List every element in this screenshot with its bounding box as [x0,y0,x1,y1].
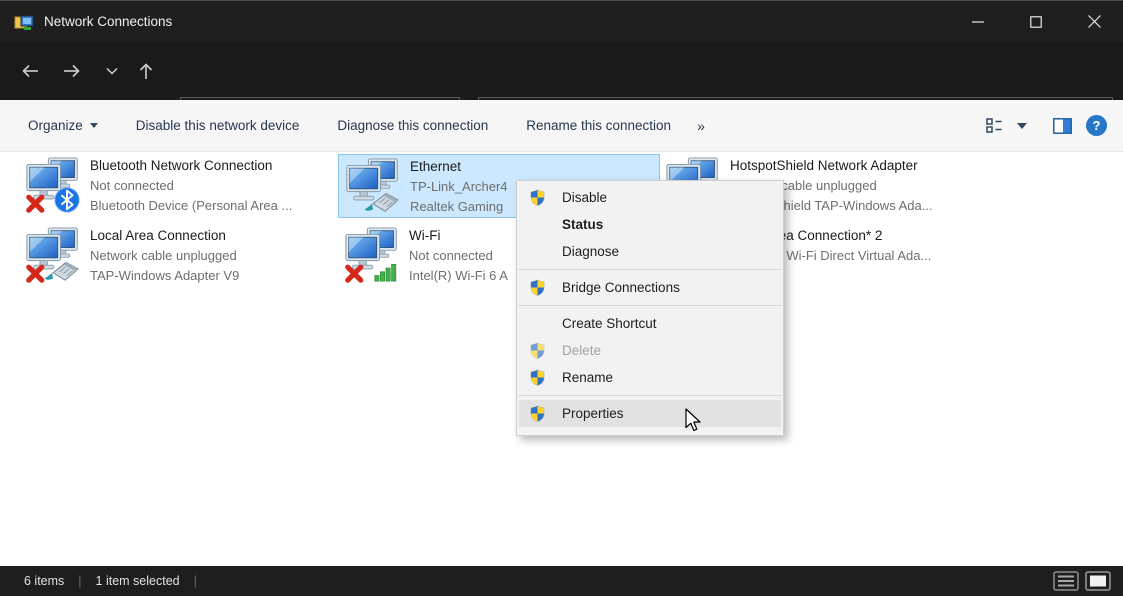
uac-shield-icon [529,369,547,386]
menu-separator [518,395,782,396]
lan-adapter-icon [25,226,81,284]
large-icons-view-button[interactable] [1085,571,1111,591]
diagnose-connection-label: Diagnose this connection [337,118,488,133]
up-button[interactable] [130,55,162,87]
menu-item-label: Status [562,217,603,232]
menu-item-label: Delete [562,343,601,358]
chevron-down-icon [106,67,118,75]
uac-shield-icon [529,342,547,359]
maximize-button[interactable] [1007,1,1065,42]
adapter-text-block: Bluetooth Network Connection Not connect… [90,156,292,218]
bluetooth-badge-icon [55,188,79,212]
minimize-button[interactable] [949,1,1007,42]
recent-locations-button[interactable] [96,55,128,87]
preview-pane-icon[interactable] [1053,118,1072,134]
rename-connection-label: Rename this connection [526,118,671,133]
disable-device-label: Disable this network device [136,118,300,133]
adapter-title: Local Area Connection [90,226,239,246]
menu-item-status[interactable]: Status [519,211,781,238]
adapter-network: TP-Link_Archer4 [410,177,508,197]
adapter-tile-bluetooth[interactable]: Bluetooth Network Connection Not connect… [19,154,331,218]
adapter-text-block: Local Area Connection Network cable unpl… [90,226,239,288]
network-connections-window: Network Connections « [0,0,1123,596]
item-count: 6 items [24,574,64,588]
disable-device-button[interactable]: Disable this network device [136,118,300,133]
up-arrow-icon [138,62,154,80]
adapter-text-block: Wi-Fi Not connected Intel(R) Wi-Fi 6 A [409,226,508,288]
adapter-device: Bluetooth Device (Personal Area ... [90,196,292,216]
menu-item-label: Diagnose [562,244,619,259]
rename-connection-button[interactable]: Rename this connection [526,118,671,133]
menu-item-disable[interactable]: Disable [519,184,781,211]
menu-item-bridge-connections[interactable]: Bridge Connections [519,274,781,301]
ethernet-adapter-icon [345,157,401,215]
adapter-title: Wi-Fi [409,226,508,246]
adapter-tile-local-area-connection[interactable]: Local Area Connection Network cable unpl… [19,224,331,288]
command-toolbar: Organize Disable this network device Dia… [0,100,1123,152]
adapter-device: TAP-Windows Adapter V9 [90,266,239,286]
menu-item-label: Create Shortcut [562,316,657,331]
uac-shield-icon [529,189,547,206]
details-view-button[interactable] [1053,571,1079,591]
adapter-status: Not connected [90,176,292,196]
toolbar-overflow-button[interactable]: » [697,118,705,134]
organize-caret-icon [90,123,98,128]
menu-item-rename[interactable]: Rename [519,364,781,391]
organize-button[interactable]: Organize [28,118,98,133]
forward-arrow-icon [63,63,81,79]
diagnose-connection-button[interactable]: Diagnose this connection [337,118,488,133]
adapter-title: HotspotShield Network Adapter [730,156,933,176]
menu-item-label: Rename [562,370,613,385]
status-divider: | [78,574,81,588]
forward-button[interactable] [56,55,88,87]
toolbar-right-group: ? [986,115,1107,136]
adapter-status: Not connected [409,246,508,266]
adapter-device: Realtek Gaming [410,197,508,217]
adapter-title: Ethernet [410,157,508,177]
menu-item-properties[interactable]: Properties [519,400,781,427]
mouse-cursor-icon [684,408,704,434]
menu-item-delete: Delete [519,337,781,364]
view-options-icon[interactable] [986,118,1003,133]
status-divider: | [194,574,197,588]
adapter-device: Intel(R) Wi-Fi 6 A [409,266,508,286]
wifi-bars-badge-icon [375,264,396,281]
menu-item-label: Properties [562,406,624,421]
menu-separator [518,305,782,306]
title-bar: Network Connections [0,0,1123,42]
statusbar-view-buttons [1053,571,1111,591]
back-button[interactable] [14,55,46,87]
bluetooth-adapter-icon [25,156,81,214]
back-arrow-icon [21,63,39,79]
menu-item-create-shortcut[interactable]: Create Shortcut [519,310,781,337]
adapter-text-block: Ethernet TP-Link_Archer4 Realtek Gaming [410,157,508,217]
status-bar: 6 items | 1 item selected | [0,566,1123,596]
organize-label: Organize [28,118,83,133]
menu-item-diagnose[interactable]: Diagnose [519,238,781,265]
menu-item-label: Bridge Connections [562,280,680,295]
menu-item-label: Disable [562,190,607,205]
window-title: Network Connections [44,14,172,29]
adapter-status: Network cable unplugged [90,246,239,266]
adapter-title: Bluetooth Network Connection [90,156,292,176]
menu-separator [518,269,782,270]
uac-shield-icon [529,279,547,296]
network-connections-app-icon [14,12,34,32]
help-question-icon: ? [1093,118,1101,133]
selection-count: 1 item selected [96,574,180,588]
adapter-list-area: Bluetooth Network Connection Not connect… [0,152,1123,566]
uac-shield-icon [529,405,547,422]
help-button[interactable]: ? [1086,115,1107,136]
view-options-caret-icon[interactable] [1017,123,1027,129]
window-controls [949,1,1123,42]
context-menu: Disable Status Diagnose Bridge Connectio… [516,180,784,436]
navigation-bar: « N... Net... [0,42,1123,100]
close-button[interactable] [1065,1,1123,42]
wifi-adapter-icon [344,226,400,284]
